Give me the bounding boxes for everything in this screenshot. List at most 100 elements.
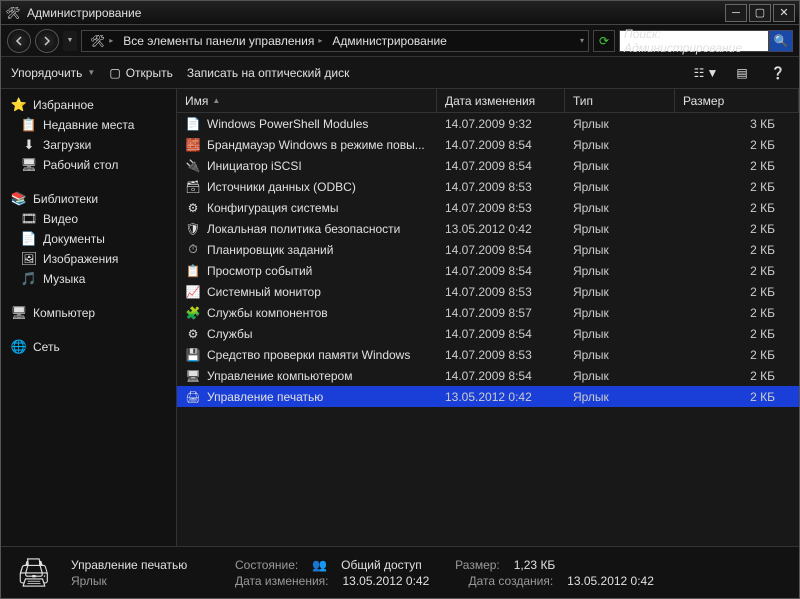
file-icon: 🛡 bbox=[185, 221, 201, 237]
maximize-button[interactable]: ▢ bbox=[749, 4, 771, 22]
file-date: 14.07.2009 8:54 bbox=[437, 243, 565, 257]
column-headers: Имя▲ Дата изменения Тип Размер bbox=[177, 89, 799, 113]
sidebar-item[interactable]: 📄Документы bbox=[1, 229, 176, 249]
file-name: Планировщик заданий bbox=[207, 243, 333, 257]
file-type: Ярлык bbox=[565, 264, 675, 278]
sidebar: ⭐Избранное 📋Недавние места⬇Загрузки🖥Рабо… bbox=[1, 89, 177, 546]
created-label: Дата создания: bbox=[469, 574, 554, 588]
sidebar-item[interactable]: 🖥Рабочий стол bbox=[1, 155, 176, 175]
table-row[interactable]: 🧩Службы компонентов 14.07.2009 8:57 Ярлы… bbox=[177, 302, 799, 323]
file-size: 2 КБ bbox=[675, 390, 799, 404]
table-row[interactable]: 💾Средство проверки памяти Windows 14.07.… bbox=[177, 344, 799, 365]
table-row[interactable]: 📋Просмотр событий 14.07.2009 8:54 Ярлык … bbox=[177, 260, 799, 281]
file-type: Ярлык bbox=[565, 159, 675, 173]
breadcrumb-dropdown[interactable]: ▾ bbox=[580, 36, 584, 45]
search-input[interactable]: Поиск: Администрирование bbox=[619, 30, 769, 52]
file-type: Ярлык bbox=[565, 390, 675, 404]
open-button[interactable]: ▢Открыть bbox=[109, 66, 172, 80]
close-button[interactable]: ✕ bbox=[773, 4, 795, 22]
file-type: Ярлык bbox=[565, 306, 675, 320]
file-name: Управление компьютером bbox=[207, 369, 352, 383]
table-row[interactable]: 🔌Инициатор iSCSI 14.07.2009 8:54 Ярлык 2… bbox=[177, 155, 799, 176]
column-name[interactable]: Имя▲ bbox=[177, 89, 437, 112]
sidebar-libraries-header[interactable]: 📚Библиотеки bbox=[1, 189, 176, 209]
file-icon: 🖥 bbox=[185, 368, 201, 384]
file-type: Ярлык bbox=[565, 243, 675, 257]
table-row[interactable]: 🖨Управление печатью 13.05.2012 0:42 Ярлы… bbox=[177, 386, 799, 407]
file-date: 14.07.2009 8:54 bbox=[437, 264, 565, 278]
help-button[interactable]: ❔ bbox=[767, 63, 789, 83]
sidebar-computer[interactable]: 🖥Компьютер bbox=[1, 303, 176, 323]
sidebar-item[interactable]: 🎞Видео bbox=[1, 209, 176, 229]
breadcrumb-seg2[interactable]: Администрирование bbox=[328, 34, 450, 48]
file-icon: 📄 bbox=[185, 116, 201, 132]
table-row[interactable]: ⏱Планировщик заданий 14.07.2009 8:54 Ярл… bbox=[177, 239, 799, 260]
table-row[interactable]: 🧱Брандмауэр Windows в режиме повы... 14.… bbox=[177, 134, 799, 155]
main-area: ⭐Избранное 📋Недавние места⬇Загрузки🖥Рабо… bbox=[1, 89, 799, 546]
forward-button[interactable] bbox=[35, 29, 59, 53]
file-icon: 🖨 bbox=[185, 389, 201, 405]
file-date: 13.05.2012 0:42 bbox=[437, 390, 565, 404]
column-size[interactable]: Размер bbox=[675, 89, 799, 112]
column-date[interactable]: Дата изменения bbox=[437, 89, 565, 112]
table-row[interactable]: 📄 Windows PowerShell Modules 14.07.2009 9… bbox=[177, 113, 799, 134]
sidebar-item[interactable]: 📋Недавние места bbox=[1, 115, 176, 135]
status-type: Ярлык bbox=[71, 574, 221, 588]
breadcrumb[interactable]: 🛠▸ Все элементы панели управления▸ Админ… bbox=[81, 30, 589, 52]
file-size: 2 КБ bbox=[675, 327, 799, 341]
sidebar-icon: 📋 bbox=[21, 117, 37, 133]
sidebar-item[interactable]: ⬇Загрузки bbox=[1, 135, 176, 155]
explorer-window: 🛠 Администрирование ─ ▢ ✕ ▼ 🛠▸ Все элеме… bbox=[0, 0, 800, 599]
file-date: 14.07.2009 9:32 bbox=[437, 117, 565, 131]
file-size: 2 КБ bbox=[675, 285, 799, 299]
file-icon: 🧱 bbox=[185, 137, 201, 153]
minimize-button[interactable]: ─ bbox=[725, 4, 747, 22]
file-type: Ярлык bbox=[565, 138, 675, 152]
titlebar[interactable]: 🛠 Администрирование ─ ▢ ✕ bbox=[1, 1, 799, 25]
sidebar-network[interactable]: 🌐Сеть bbox=[1, 337, 176, 357]
sidebar-item[interactable]: 🎵Музыка bbox=[1, 269, 176, 289]
preview-pane-button[interactable]: ▤ bbox=[731, 63, 753, 83]
breadcrumb-seg1[interactable]: Все элементы панели управления▸ bbox=[119, 34, 326, 48]
view-mode-button[interactable]: ☷▼ bbox=[695, 63, 717, 83]
file-name: Службы bbox=[207, 327, 252, 341]
file-date: 14.07.2009 8:53 bbox=[437, 285, 565, 299]
back-button[interactable] bbox=[7, 29, 31, 53]
file-name: Локальная политика безопасности bbox=[207, 222, 400, 236]
status-size: 1,23 КБ bbox=[514, 558, 556, 572]
file-name: Windows PowerShell Modules bbox=[207, 117, 368, 131]
address-bar: ▼ 🛠▸ Все элементы панели управления▸ Адм… bbox=[1, 25, 799, 57]
file-name: Службы компонентов bbox=[207, 306, 328, 320]
burn-button[interactable]: Записать на оптический диск bbox=[187, 66, 350, 80]
file-size: 2 КБ bbox=[675, 222, 799, 236]
history-dropdown[interactable]: ▼ bbox=[63, 31, 77, 51]
file-size: 2 КБ bbox=[675, 159, 799, 173]
file-date: 14.07.2009 8:54 bbox=[437, 138, 565, 152]
table-row[interactable]: ⚙Службы 14.07.2009 8:54 Ярлык 2 КБ bbox=[177, 323, 799, 344]
table-row[interactable]: 🗃Источники данных (ODBC) 14.07.2009 8:53… bbox=[177, 176, 799, 197]
sidebar-item[interactable]: 🖼Изображения bbox=[1, 249, 176, 269]
table-row[interactable]: 📈Системный монитор 14.07.2009 8:53 Ярлык… bbox=[177, 281, 799, 302]
file-name: Конфигурация системы bbox=[207, 201, 338, 215]
status-created: 13.05.2012 0:42 bbox=[567, 574, 654, 588]
file-name: Источники данных (ODBC) bbox=[207, 180, 356, 194]
refresh-button[interactable]: ⟳ bbox=[593, 30, 615, 52]
sidebar-favorites-header[interactable]: ⭐Избранное bbox=[1, 95, 176, 115]
file-icon: ⚙ bbox=[185, 326, 201, 342]
table-row[interactable]: 🛡Локальная политика безопасности 13.05.2… bbox=[177, 218, 799, 239]
file-name: Просмотр событий bbox=[207, 264, 312, 278]
breadcrumb-root[interactable]: 🛠▸ bbox=[86, 34, 117, 48]
column-type[interactable]: Тип bbox=[565, 89, 675, 112]
file-size: 2 КБ bbox=[675, 264, 799, 278]
file-name: Средство проверки памяти Windows bbox=[207, 348, 410, 362]
file-size: 2 КБ bbox=[675, 369, 799, 383]
open-icon: ▢ bbox=[109, 66, 120, 80]
search-go-button[interactable]: 🔍 bbox=[769, 30, 793, 52]
table-row[interactable]: ⚙Конфигурация системы 14.07.2009 8:53 Яр… bbox=[177, 197, 799, 218]
table-row[interactable]: 🖥Управление компьютером 14.07.2009 8:54 … bbox=[177, 365, 799, 386]
file-rows: 📄 Windows PowerShell Modules 14.07.2009 9… bbox=[177, 113, 799, 546]
file-size: 2 КБ bbox=[675, 138, 799, 152]
organize-button[interactable]: Упорядочить▼ bbox=[11, 66, 95, 80]
sidebar-icon: 🎵 bbox=[21, 271, 37, 287]
size-label: Размер: bbox=[455, 558, 500, 572]
